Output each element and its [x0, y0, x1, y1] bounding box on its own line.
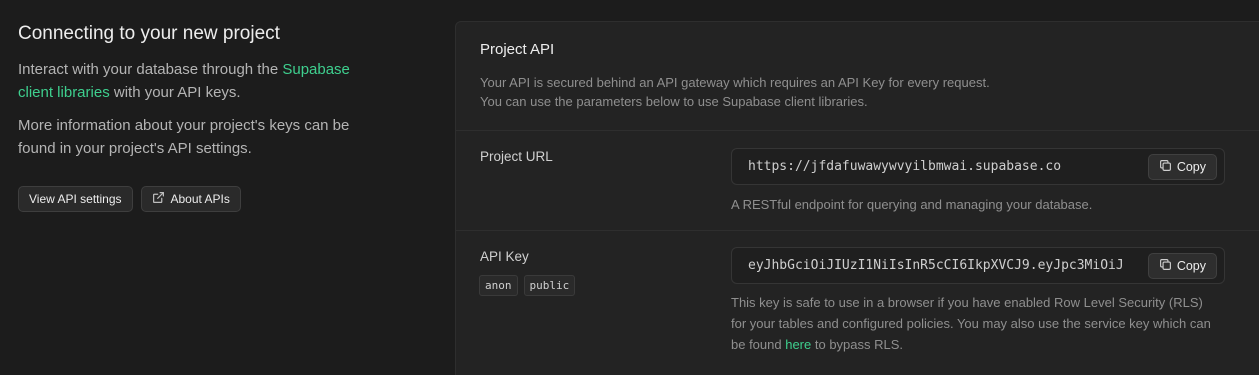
panel-description-line2: You can use the parameters below to use …	[480, 94, 868, 109]
public-tag: public	[523, 275, 576, 296]
service-key-link[interactable]: here	[785, 337, 811, 352]
view-api-settings-button[interactable]: View API settings	[18, 186, 133, 212]
intro-title: Connecting to your new project	[18, 23, 280, 44]
api-key-helper-end: to bypass RLS.	[811, 337, 904, 352]
project-url-value[interactable]: https://jfdafuwawywvyilbmwai.supabase.co	[748, 159, 1061, 174]
copy-url-label: Copy	[1176, 160, 1206, 174]
panel-description-line1: Your API is secured behind an API gatewa…	[480, 75, 990, 90]
anon-tag: anon	[479, 275, 518, 296]
api-key-label: API Key	[480, 249, 529, 264]
copy-url-button[interactable]: Copy	[1147, 154, 1217, 180]
project-url-field[interactable]: https://jfdafuwawywvyilbmwai.supabase.co…	[731, 148, 1225, 185]
external-link-icon	[152, 191, 165, 207]
intro-text-before: Interact with your database through the	[18, 61, 283, 78]
view-api-settings-label: View API settings	[29, 192, 122, 206]
intro-buttons: View API settings About APIs	[18, 186, 378, 212]
project-url-helper: A RESTful endpoint for querying and mana…	[731, 197, 1093, 212]
about-apis-button[interactable]: About APIs	[140, 186, 241, 212]
api-key-helper: This key is safe to use in a browser if …	[731, 292, 1221, 355]
copy-key-label: Copy	[1176, 259, 1206, 273]
about-apis-label: About APIs	[170, 192, 230, 206]
project-url-label: Project URL	[480, 149, 553, 164]
project-url-row: Project URL https://jfdafuwawywvyilbmwai…	[456, 131, 1259, 231]
panel-header: Project API Your API is secured behind a…	[456, 22, 1259, 131]
intro-paragraph-libraries: Interact with your database through the …	[18, 58, 378, 104]
panel-title: Project API	[480, 41, 555, 58]
api-key-field[interactable]: eyJhbGciOiJIUzI1NiIsInR5cCI6IkpXVCJ9.eyJ…	[731, 247, 1225, 284]
intro-text-after: with your API keys.	[109, 84, 241, 101]
intro-section: Connecting to your new project Interact …	[18, 22, 378, 212]
copy-icon	[1159, 258, 1172, 274]
intro-paragraph-settings: More information about your project's ke…	[18, 117, 350, 157]
project-api-panel: Project API Your API is secured behind a…	[455, 21, 1259, 375]
copy-icon	[1159, 159, 1172, 175]
api-key-tags: anon public	[479, 275, 576, 296]
api-key-value[interactable]: eyJhbGciOiJIUzI1NiIsInR5cCI6IkpXVCJ9.eyJ…	[748, 258, 1124, 273]
copy-key-button[interactable]: Copy	[1147, 253, 1217, 279]
api-key-row: API Key anon public eyJhbGciOiJIUzI1NiIs…	[456, 231, 1259, 375]
